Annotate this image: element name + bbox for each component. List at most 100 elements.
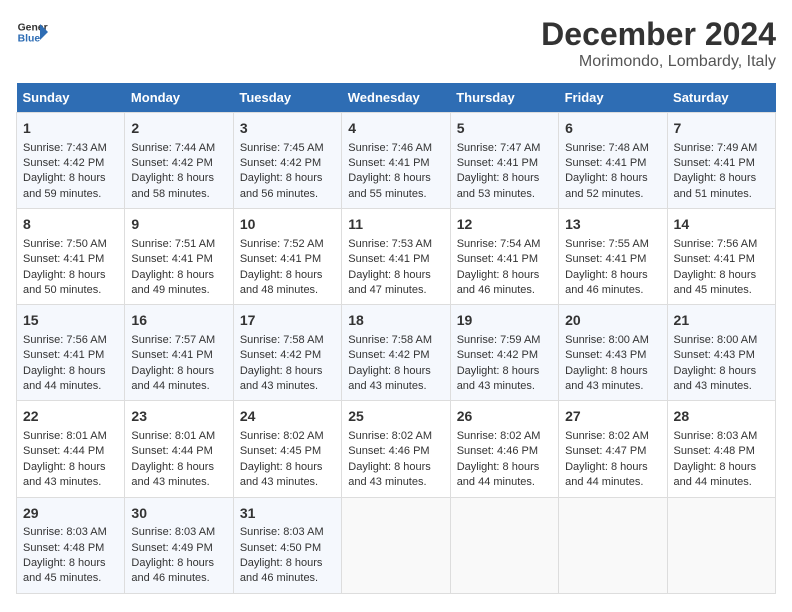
cell-line: Sunset: 4:41 PM: [457, 252, 552, 267]
cell-line: Daylight: 8 hours: [348, 364, 443, 379]
calendar-cell: 20Sunrise: 8:00 AMSunset: 4:43 PMDayligh…: [559, 305, 667, 401]
cell-line: Daylight: 8 hours: [23, 460, 118, 475]
cell-line: and 43 minutes.: [565, 379, 660, 394]
cell-line: and 51 minutes.: [674, 187, 769, 202]
cell-line: Sunset: 4:41 PM: [23, 348, 118, 363]
cell-line: Daylight: 8 hours: [23, 556, 118, 571]
calendar-cell: 21Sunrise: 8:00 AMSunset: 4:43 PMDayligh…: [667, 305, 775, 401]
day-number: 27: [565, 407, 660, 427]
day-number: 29: [23, 504, 118, 524]
cell-line: Sunrise: 7:54 AM: [457, 237, 552, 252]
cell-line: Daylight: 8 hours: [348, 460, 443, 475]
day-number: 26: [457, 407, 552, 427]
calendar-body: 1Sunrise: 7:43 AMSunset: 4:42 PMDaylight…: [17, 113, 776, 594]
cell-line: and 44 minutes.: [674, 475, 769, 490]
cell-line: Sunset: 4:42 PM: [348, 348, 443, 363]
cell-line: Sunrise: 7:58 AM: [348, 333, 443, 348]
cell-line: Sunrise: 8:03 AM: [131, 525, 226, 540]
day-number: 19: [457, 311, 552, 331]
subtitle: Morimondo, Lombardy, Italy: [541, 53, 776, 71]
cell-line: and 46 minutes.: [240, 571, 335, 586]
cell-line: Sunrise: 7:46 AM: [348, 141, 443, 156]
cell-line: Daylight: 8 hours: [131, 171, 226, 186]
cell-line: Sunrise: 7:55 AM: [565, 237, 660, 252]
cell-line: Sunset: 4:44 PM: [131, 444, 226, 459]
cell-line: and 45 minutes.: [674, 283, 769, 298]
main-title: December 2024: [541, 16, 776, 53]
cell-line: Sunrise: 8:02 AM: [348, 429, 443, 444]
header: General Blue December 2024 Morimondo, Lo…: [16, 16, 776, 71]
cell-line: Sunset: 4:42 PM: [131, 156, 226, 171]
calendar-cell: 18Sunrise: 7:58 AMSunset: 4:42 PMDayligh…: [342, 305, 450, 401]
day-number: 10: [240, 215, 335, 235]
cell-line: Daylight: 8 hours: [565, 171, 660, 186]
cell-line: Sunrise: 8:02 AM: [457, 429, 552, 444]
cell-line: Sunrise: 8:00 AM: [565, 333, 660, 348]
cell-line: Sunrise: 7:53 AM: [348, 237, 443, 252]
cell-line: and 44 minutes.: [457, 475, 552, 490]
cell-line: Sunset: 4:46 PM: [457, 444, 552, 459]
cell-line: and 44 minutes.: [131, 379, 226, 394]
cell-line: Daylight: 8 hours: [131, 268, 226, 283]
cell-line: Daylight: 8 hours: [240, 171, 335, 186]
calendar-cell: 23Sunrise: 8:01 AMSunset: 4:44 PMDayligh…: [125, 401, 233, 497]
calendar-cell: 6Sunrise: 7:48 AMSunset: 4:41 PMDaylight…: [559, 113, 667, 209]
calendar-cell: [667, 497, 775, 593]
cell-line: and 52 minutes.: [565, 187, 660, 202]
title-section: December 2024 Morimondo, Lombardy, Italy: [541, 16, 776, 71]
cell-line: and 58 minutes.: [131, 187, 226, 202]
cell-line: Sunrise: 7:47 AM: [457, 141, 552, 156]
cell-line: Daylight: 8 hours: [457, 171, 552, 186]
calendar-header-row: SundayMondayTuesdayWednesdayThursdayFrid…: [17, 83, 776, 113]
cell-line: Sunrise: 8:02 AM: [565, 429, 660, 444]
day-number: 21: [674, 311, 769, 331]
calendar-cell: 24Sunrise: 8:02 AMSunset: 4:45 PMDayligh…: [233, 401, 341, 497]
calendar-cell: 30Sunrise: 8:03 AMSunset: 4:49 PMDayligh…: [125, 497, 233, 593]
calendar-cell: 14Sunrise: 7:56 AMSunset: 4:41 PMDayligh…: [667, 209, 775, 305]
cell-line: Sunrise: 7:51 AM: [131, 237, 226, 252]
svg-text:Blue: Blue: [18, 34, 41, 45]
day-number: 12: [457, 215, 552, 235]
cell-line: Sunset: 4:43 PM: [674, 348, 769, 363]
cell-line: Sunrise: 7:59 AM: [457, 333, 552, 348]
cell-line: Sunrise: 7:57 AM: [131, 333, 226, 348]
calendar-cell: 26Sunrise: 8:02 AMSunset: 4:46 PMDayligh…: [450, 401, 558, 497]
cell-line: Sunrise: 7:44 AM: [131, 141, 226, 156]
cell-line: Sunrise: 7:52 AM: [240, 237, 335, 252]
cell-line: Daylight: 8 hours: [240, 364, 335, 379]
cell-line: Daylight: 8 hours: [674, 460, 769, 475]
cell-line: Sunrise: 7:56 AM: [674, 237, 769, 252]
cell-line: Sunset: 4:47 PM: [565, 444, 660, 459]
calendar-week-row: 29Sunrise: 8:03 AMSunset: 4:48 PMDayligh…: [17, 497, 776, 593]
cell-line: Sunset: 4:42 PM: [240, 156, 335, 171]
cell-line: Sunset: 4:41 PM: [565, 252, 660, 267]
calendar-cell: 31Sunrise: 8:03 AMSunset: 4:50 PMDayligh…: [233, 497, 341, 593]
cell-line: Sunrise: 7:58 AM: [240, 333, 335, 348]
day-number: 15: [23, 311, 118, 331]
calendar-cell: [559, 497, 667, 593]
cell-line: Daylight: 8 hours: [240, 556, 335, 571]
cell-line: Sunset: 4:45 PM: [240, 444, 335, 459]
day-number: 23: [131, 407, 226, 427]
cell-line: and 46 minutes.: [131, 571, 226, 586]
calendar-cell: 16Sunrise: 7:57 AMSunset: 4:41 PMDayligh…: [125, 305, 233, 401]
cell-line: Daylight: 8 hours: [131, 556, 226, 571]
cell-line: and 45 minutes.: [23, 571, 118, 586]
cell-line: and 43 minutes.: [131, 475, 226, 490]
day-header-thursday: Thursday: [450, 83, 558, 113]
cell-line: Daylight: 8 hours: [240, 268, 335, 283]
cell-line: Sunrise: 8:03 AM: [674, 429, 769, 444]
day-header-sunday: Sunday: [17, 83, 125, 113]
cell-line: Sunset: 4:44 PM: [23, 444, 118, 459]
cell-line: and 43 minutes.: [240, 379, 335, 394]
cell-line: Sunset: 4:41 PM: [674, 156, 769, 171]
cell-line: Sunset: 4:41 PM: [674, 252, 769, 267]
day-number: 30: [131, 504, 226, 524]
day-number: 6: [565, 119, 660, 139]
cell-line: Sunset: 4:49 PM: [131, 541, 226, 556]
calendar-cell: 13Sunrise: 7:55 AMSunset: 4:41 PMDayligh…: [559, 209, 667, 305]
cell-line: Sunrise: 8:00 AM: [674, 333, 769, 348]
cell-line: Sunset: 4:41 PM: [457, 156, 552, 171]
day-number: 28: [674, 407, 769, 427]
cell-line: Daylight: 8 hours: [565, 364, 660, 379]
